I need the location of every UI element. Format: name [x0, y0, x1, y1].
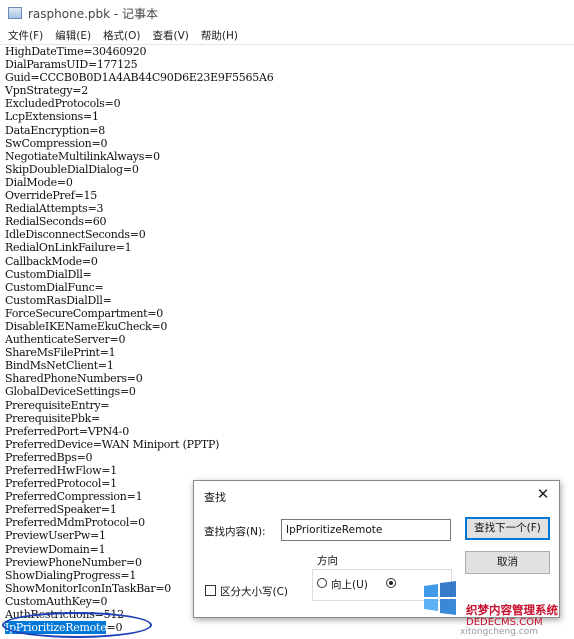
window-title: rasphone.pbk - 记事本 [28, 6, 159, 21]
text-line: VpnStrategy=2 [5, 84, 88, 98]
watermark-site-name: 织梦内容管理系统 [466, 603, 558, 617]
find-dialog: 查找 ✕ 查找内容(N): 查找下一个(F) 取消 方向 向上(U) 区分大小写… [193, 480, 560, 618]
text-line: CustomDialDll= [5, 267, 92, 281]
text-line: LcpExtensions=1 [5, 110, 99, 124]
text-line: SkipDoubleDialDialog=0 [5, 162, 139, 176]
text-line: CallbackMode=0 [5, 254, 98, 268]
text-line: ForceSecureCompartment=0 [5, 306, 164, 320]
text-line: DialParamsUID=177125 [5, 58, 138, 72]
text-line: NegotiateMultilinkAlways=0 [5, 149, 160, 163]
text-line: SwCompression=0 [5, 136, 108, 150]
text-line: GlobalDeviceSettings=0 [5, 385, 136, 399]
text-line: HighDateTime=30460920 [5, 45, 147, 58]
text-line: PreferredBps=0 [5, 450, 93, 464]
find-what-input[interactable] [281, 519, 451, 541]
match-case-label: 区分大小写(C) [220, 586, 289, 598]
text-line: RedialAttempts=3 [5, 202, 104, 216]
line-remainder: =0 [106, 621, 123, 635]
direction-label: 方向 [317, 555, 338, 567]
text-line: AuthenticateServer=0 [5, 333, 126, 347]
text-line: DataEncryption=8 [5, 123, 106, 137]
match-case-checkbox[interactable] [205, 585, 216, 596]
text-line: PrerequisiteEntry= [5, 398, 110, 412]
find-next-button[interactable]: 查找下一个(F) [465, 517, 550, 540]
notepad-icon [8, 7, 22, 19]
direction-up-label: 向上(U) [331, 579, 368, 591]
direction-down-radio[interactable] [386, 578, 396, 588]
title-bar: rasphone.pbk - 记事本 [0, 0, 574, 26]
menu-bar: 文件(F) 编辑(E) 格式(O) 查看(V) 帮助(H) [0, 26, 574, 45]
direction-up-radio[interactable] [317, 578, 327, 588]
find-what-label: 查找内容(N): [204, 526, 266, 538]
menu-edit[interactable]: 编辑(E) [55, 28, 91, 43]
text-line: Guid=CCCB0B0D1A4AB44C90D6E23E9F5565A6 [5, 71, 274, 85]
selected-text: IpPrioritizeRemote [5, 621, 107, 635]
text-line: PreferredDevice=WAN Miniport (PPTP) [5, 437, 220, 451]
windows-logo-icon [424, 581, 456, 615]
cancel-button[interactable]: 取消 [465, 551, 550, 574]
text-line: ExcludedProtocols=0 [5, 97, 121, 111]
text-line: IdleDisconnectSeconds=0 [5, 228, 146, 242]
text-line: BindMsNetClient=1 [5, 359, 114, 373]
text-line: OverridePref=15 [5, 189, 98, 203]
menu-file[interactable]: 文件(F) [8, 28, 43, 43]
menu-view[interactable]: 查看(V) [153, 28, 189, 43]
text-line: RedialOnLinkFailure=1 [5, 241, 132, 255]
menu-help[interactable]: 帮助(H) [201, 28, 238, 43]
menu-format[interactable]: 格式(O) [103, 28, 140, 43]
text-line: CustomRasDialDll= [5, 293, 112, 307]
text-line: DisableIKENameEkuCheck=0 [5, 319, 168, 333]
text-line: SharedPhoneNumbers=0 [5, 372, 143, 386]
dialog-title: 查找 [204, 491, 226, 504]
text-line: PrerequisitePbk= [5, 411, 100, 425]
close-icon[interactable]: ✕ [535, 486, 551, 502]
text-line: RedialSeconds=60 [5, 215, 107, 229]
watermark-bottom: xitongcheng.com [460, 627, 538, 637]
text-line: CustomDialFunc= [5, 280, 104, 294]
text-line: DialMode=0 [5, 175, 73, 189]
text-line: PreferredPort=VPN4-0 [5, 424, 129, 438]
text-line: PreferredHwFlow=1 [5, 464, 117, 477]
text-line: ShareMsFilePrint=1 [5, 346, 116, 360]
